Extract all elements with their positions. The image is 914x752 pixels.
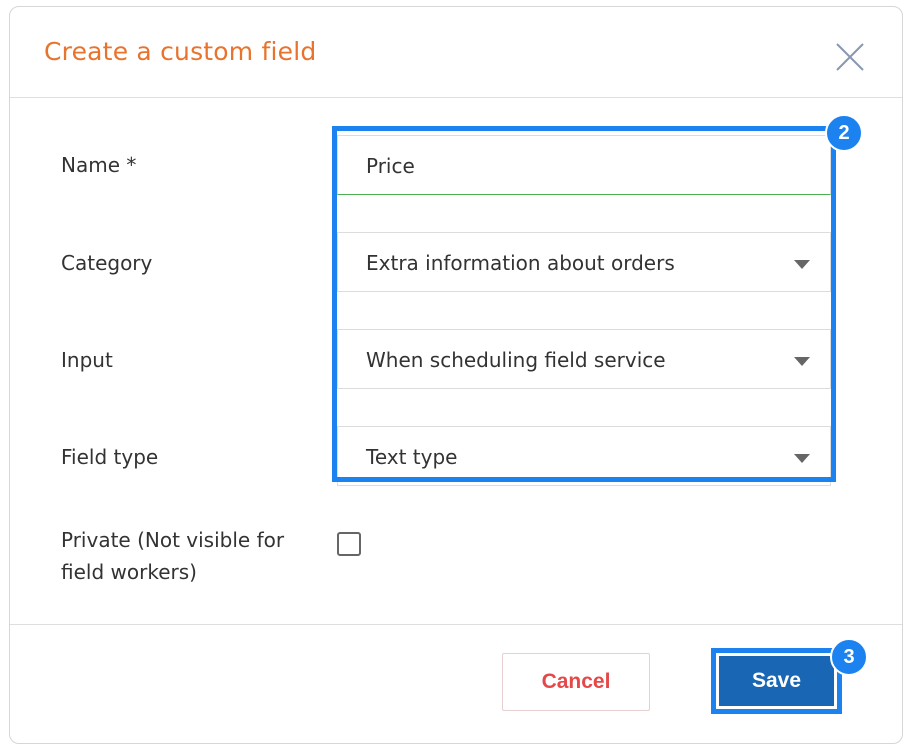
chevron-down-icon bbox=[794, 454, 810, 463]
category-select[interactable]: Extra information about orders bbox=[337, 232, 831, 292]
name-label: Name * bbox=[61, 153, 137, 177]
field-type-label: Field type bbox=[61, 445, 159, 469]
name-input-value: Price bbox=[366, 154, 415, 178]
private-label-line2: field workers) bbox=[61, 560, 197, 584]
save-button[interactable]: Save bbox=[719, 656, 834, 706]
private-label-line1: Private (Not visible for bbox=[61, 528, 285, 552]
field-type-select-value: Text type bbox=[366, 445, 458, 469]
footer-divider bbox=[10, 624, 902, 625]
header-divider bbox=[10, 97, 902, 98]
field-type-select[interactable]: Text type bbox=[337, 426, 831, 486]
step-badge-2: 2 bbox=[825, 114, 863, 152]
input-select[interactable]: When scheduling field service bbox=[337, 329, 831, 389]
dialog-title: Create a custom field bbox=[44, 37, 317, 66]
chevron-down-icon bbox=[794, 357, 810, 366]
cancel-button[interactable]: Cancel bbox=[502, 653, 650, 711]
step-badge-3: 3 bbox=[830, 638, 868, 676]
input-select-value: When scheduling field service bbox=[366, 348, 666, 372]
input-label: Input bbox=[61, 348, 113, 372]
close-icon[interactable] bbox=[833, 40, 867, 74]
chevron-down-icon bbox=[794, 260, 810, 269]
private-checkbox[interactable] bbox=[337, 532, 361, 556]
name-input[interactable]: Price bbox=[337, 135, 831, 195]
category-label: Category bbox=[61, 251, 153, 275]
category-select-value: Extra information about orders bbox=[366, 251, 675, 275]
